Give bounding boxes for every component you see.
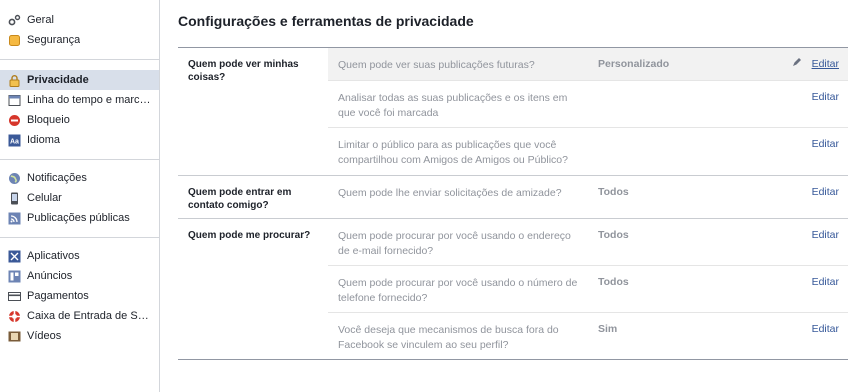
sidebar-group-account: Geral Segurança — [0, 0, 159, 50]
page-title: Configurações e ferramentas de privacida… — [178, 13, 474, 29]
sidebar-item-label: Privacidade — [27, 74, 89, 86]
block-icon — [8, 114, 21, 127]
lifebuoy-icon — [8, 310, 21, 323]
sidebar-item-label: Caixa de Entrada de Su... — [27, 310, 152, 322]
setting-question: Quem pode procurar por você usando o núm… — [338, 277, 578, 304]
ads-icon — [8, 270, 21, 283]
sidebar-group-privacy: Privacidade Linha do tempo e marca... Bl… — [0, 60, 159, 150]
sidebar-item-label: Notificações — [27, 172, 87, 184]
sidebar-item-label: Publicações públicas — [27, 212, 130, 224]
sidebar-item-label: Anúncios — [27, 270, 73, 282]
globe-icon — [8, 172, 21, 185]
section-who-can-see: Quem pode ver minhas coisas? Quem pode v… — [178, 48, 848, 176]
sidebar-item-celular[interactable]: Celular — [0, 188, 159, 208]
sidebar-item-label: Vídeos — [27, 330, 62, 342]
setting-row[interactable]: Analisar todas as suas publicações e os … — [328, 81, 848, 128]
sidebar-item-videos[interactable]: Vídeos — [0, 326, 159, 346]
sidebar-item-anuncios[interactable]: Anúncios — [0, 266, 159, 286]
setting-value: Todos — [598, 276, 629, 288]
sidebar-item-caixa-de-entrada[interactable]: Caixa de Entrada de Su... — [0, 306, 159, 326]
sidebar-item-label: Geral — [27, 14, 54, 26]
sidebar-item-label: Bloqueio — [27, 114, 70, 126]
setting-question: Você deseja que mecanismos de busca fora… — [338, 324, 559, 351]
sidebar-item-notificacoes[interactable]: Notificações — [0, 168, 159, 188]
timeline-icon — [8, 94, 21, 107]
setting-row[interactable]: Limitar o público para as publicações qu… — [328, 128, 848, 175]
edit-link[interactable]: Editar — [812, 58, 839, 70]
svg-text:Aa: Aa — [10, 138, 19, 145]
setting-row[interactable]: Quem pode lhe enviar solicitações de ami… — [328, 176, 848, 218]
lock-icon — [8, 74, 21, 87]
sidebar-item-pagamentos[interactable]: Pagamentos — [0, 286, 159, 306]
edit-link[interactable]: Editar — [812, 91, 839, 103]
apps-icon — [8, 250, 21, 263]
setting-question: Quem pode lhe enviar solicitações de ami… — [338, 187, 562, 199]
setting-row[interactable]: Quem pode ver suas publicações futuras? … — [328, 48, 848, 81]
setting-question: Limitar o público para as publicações qu… — [338, 139, 568, 166]
setting-row[interactable]: Você deseja que mecanismos de busca fora… — [328, 313, 848, 359]
gears-icon — [8, 14, 21, 27]
edit-link[interactable]: Editar — [812, 276, 839, 288]
section-who-can-look-up: Quem pode me procurar? Quem pode procura… — [178, 219, 848, 360]
settings-sidebar: Geral Segurança Privacidade Linha do tem… — [0, 0, 160, 392]
sidebar-item-geral[interactable]: Geral — [0, 10, 159, 30]
sidebar-group-apps: Aplicativos Anúncios Pagamentos Caixa de… — [0, 238, 159, 346]
sidebar-item-label: Aplicativos — [27, 250, 80, 262]
card-icon — [8, 290, 21, 303]
setting-value: Sim — [598, 323, 618, 335]
language-icon: Aa — [8, 134, 21, 147]
sidebar-item-label: Celular — [27, 192, 62, 204]
setting-question: Quem pode procurar por você usando o end… — [338, 230, 571, 257]
sidebar-item-label: Pagamentos — [27, 290, 89, 302]
setting-value: Personalizado — [598, 58, 670, 70]
pencil-icon — [793, 58, 801, 66]
edit-link[interactable]: Editar — [812, 138, 839, 150]
setting-value: Todos — [598, 186, 629, 198]
setting-value: Todos — [598, 229, 629, 241]
sidebar-item-aplicativos[interactable]: Aplicativos — [0, 246, 159, 266]
section-label: Quem pode ver minhas coisas? — [188, 59, 299, 83]
sidebar-item-publicacoes-publicas[interactable]: Publicações públicas — [0, 208, 159, 228]
edit-link[interactable]: Editar — [812, 186, 839, 198]
sidebar-item-label: Idioma — [27, 134, 61, 146]
phone-icon — [8, 192, 21, 205]
badge-icon — [8, 34, 21, 47]
section-label: Quem pode me procurar? — [188, 230, 311, 241]
sidebar-group-notifications: Notificações Celular Publicações pública… — [0, 160, 159, 228]
edit-link[interactable]: Editar — [812, 323, 839, 335]
sidebar-item-label: Segurança — [27, 34, 81, 46]
sidebar-item-seguranca[interactable]: Segurança — [0, 30, 159, 50]
rss-icon — [8, 212, 21, 225]
setting-row[interactable]: Quem pode procurar por você usando o end… — [328, 219, 848, 266]
sidebar-item-idioma[interactable]: Aa Idioma — [0, 130, 159, 150]
sidebar-item-label: Linha do tempo e marca... — [27, 94, 152, 106]
privacy-settings-table: Quem pode ver minhas coisas? Quem pode v… — [178, 47, 848, 360]
section-who-can-contact: Quem pode entrar em contato comigo? Quem… — [178, 176, 848, 219]
section-label: Quem pode entrar em contato comigo? — [188, 187, 292, 211]
sidebar-item-linha-do-tempo[interactable]: Linha do tempo e marca... — [0, 90, 159, 110]
sidebar-item-privacidade[interactable]: Privacidade — [0, 70, 159, 90]
setting-row[interactable]: Quem pode procurar por você usando o núm… — [328, 266, 848, 313]
film-icon — [8, 330, 21, 343]
setting-question: Quem pode ver suas publicações futuras? — [338, 59, 535, 71]
setting-question: Analisar todas as suas publicações e os … — [338, 92, 568, 119]
edit-link[interactable]: Editar — [812, 229, 839, 241]
sidebar-item-bloqueio[interactable]: Bloqueio — [0, 110, 159, 130]
